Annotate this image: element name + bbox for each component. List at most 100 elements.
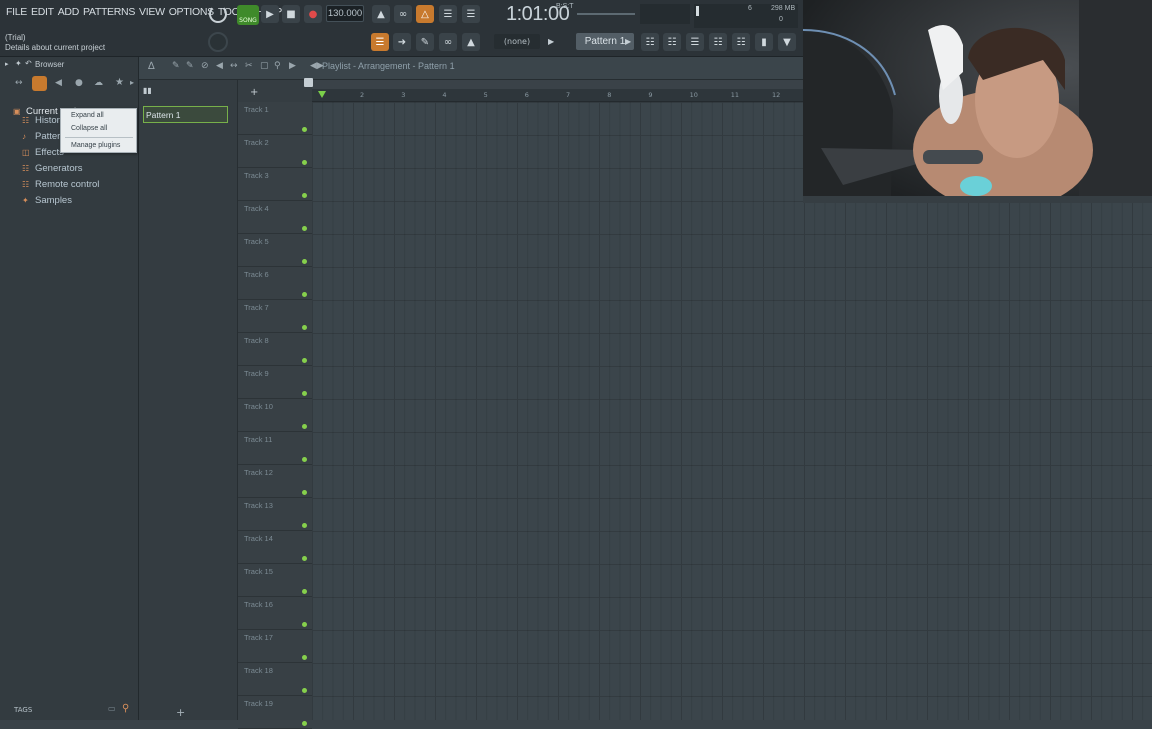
link-icon[interactable]: ∞: [439, 33, 457, 51]
song-mode-button[interactable]: SONG: [237, 5, 259, 25]
mute-tool-icon[interactable]: ◀: [216, 61, 223, 71]
slip-tool-icon[interactable]: ↔: [230, 61, 238, 71]
step-edit-icon[interactable]: ☰: [439, 5, 457, 23]
track-mute-icon[interactable]: [302, 556, 307, 561]
mixer-icon[interactable]: ☷: [709, 33, 727, 51]
track-header[interactable]: Track 8: [238, 333, 312, 366]
track-mute-icon[interactable]: [302, 523, 307, 528]
menu-item-manage-plugins[interactable]: Manage plugins: [71, 142, 120, 149]
menu-patterns[interactable]: PATTERNS: [81, 6, 137, 18]
browser-icon[interactable]: ☷: [732, 33, 750, 51]
track-header[interactable]: Track 10: [238, 399, 312, 432]
track-mute-icon[interactable]: [302, 358, 307, 363]
metronome-icon[interactable]: ▲: [372, 5, 390, 23]
track-header[interactable]: Track 18: [238, 663, 312, 696]
track-header[interactable]: Track 14: [238, 531, 312, 564]
draw-tool-icon[interactable]: ✎: [172, 61, 180, 71]
select-tool-icon[interactable]: ▢: [260, 61, 269, 71]
track-header[interactable]: Track 1: [238, 102, 312, 135]
track-mute-icon[interactable]: [302, 589, 307, 594]
master-pitch-icon[interactable]: [209, 5, 227, 23]
track-header[interactable]: Track 2: [238, 135, 312, 168]
track-mute-icon[interactable]: [302, 688, 307, 693]
next-icon[interactable]: ➜: [393, 33, 411, 51]
browser-pin-icon[interactable]: ✦: [15, 59, 22, 68]
playhead-marker[interactable]: [318, 91, 326, 98]
track-header[interactable]: Track 19: [238, 696, 312, 729]
menu-add[interactable]: ADD: [56, 6, 81, 18]
track-mute-icon[interactable]: [302, 292, 307, 297]
menu-item-expand-all[interactable]: Expand all: [71, 112, 104, 119]
master-volume-slider[interactable]: [577, 13, 635, 15]
browser-star-icon[interactable]: ★: [115, 77, 124, 88]
snap-select[interactable]: (none): [494, 34, 540, 49]
track-header[interactable]: Track 17: [238, 630, 312, 663]
piano-roll-icon[interactable]: ☷: [663, 33, 681, 51]
browser-plugin-icon[interactable]: ●: [75, 78, 83, 88]
blend-notes-icon[interactable]: ☰: [462, 5, 480, 23]
track-header[interactable]: Track 5: [238, 234, 312, 267]
track-header[interactable]: Track 16: [238, 597, 312, 630]
tree-samples[interactable]: ✦ Samples: [22, 193, 72, 207]
track-mute-icon[interactable]: [302, 226, 307, 231]
play-icon[interactable]: ▶: [261, 5, 279, 23]
track-mute-icon[interactable]: [302, 325, 307, 330]
timeline-ruler[interactable]: 2 3 4 5 6 7 8 9 10 11 12: [312, 89, 803, 102]
track-header[interactable]: Track 6: [238, 267, 312, 300]
track-header[interactable]: Track 7: [238, 300, 312, 333]
track-header[interactable]: Track 13: [238, 498, 312, 531]
paint-tool-icon[interactable]: ✎: [186, 61, 194, 71]
browser-arrow-icon[interactable]: ▸: [5, 60, 9, 68]
browser-speaker-icon[interactable]: ◀: [55, 78, 62, 88]
tempo-display[interactable]: 130.000: [326, 5, 364, 22]
track-header[interactable]: Track 12: [238, 465, 312, 498]
playback-tool-icon[interactable]: ▶: [289, 61, 296, 71]
tree-effects[interactable]: ◫ Effects: [22, 145, 64, 159]
browser-more-icon[interactable]: ▸: [130, 78, 134, 87]
track-header[interactable]: Track 4: [238, 201, 312, 234]
browser-cloud-icon[interactable]: ☁: [94, 78, 103, 88]
stamp-icon[interactable]: ▲: [462, 33, 480, 51]
track-mute-icon[interactable]: [302, 622, 307, 627]
playlist-icon[interactable]: ☰: [371, 33, 389, 51]
countdown-icon[interactable]: △: [416, 5, 434, 23]
menu-edit[interactable]: EDIT: [29, 6, 56, 18]
track-mute-icon[interactable]: [302, 160, 307, 165]
menu-file[interactable]: FILE: [4, 6, 29, 18]
track-mute-icon[interactable]: [302, 259, 307, 264]
add-pattern-icon[interactable]: +: [176, 706, 185, 719]
plugin-icon[interactable]: ▼: [778, 33, 796, 51]
delete-tool-icon[interactable]: ⊘: [201, 61, 209, 71]
plugin-database-icon[interactable]: ▮: [755, 33, 773, 51]
tree-generators[interactable]: ☷ Generators: [22, 161, 83, 175]
track-header[interactable]: Track 11: [238, 432, 312, 465]
browser-undo-icon[interactable]: ↶: [25, 59, 32, 68]
track-mute-icon[interactable]: [302, 457, 307, 462]
menu-item-collapse-all[interactable]: Collapse all: [71, 125, 107, 132]
record-icon[interactable]: ●: [304, 5, 322, 23]
slice-tool-icon[interactable]: ✂: [245, 61, 253, 71]
stop-icon[interactable]: ■: [282, 5, 300, 23]
track-mute-icon[interactable]: [302, 655, 307, 660]
hint-knob-icon[interactable]: [208, 32, 228, 52]
track-mute-icon[interactable]: [302, 193, 307, 198]
pattern-item[interactable]: Pattern 1: [143, 106, 228, 123]
add-track-icon[interactable]: +: [250, 87, 258, 98]
tags-search-icon[interactable]: ⚲: [122, 703, 129, 714]
channel-rack-icon[interactable]: ☰: [686, 33, 704, 51]
track-mute-icon[interactable]: [302, 721, 307, 726]
track-mute-icon[interactable]: [302, 391, 307, 396]
wait-input-icon[interactable]: ∞: [394, 5, 412, 23]
paint-icon[interactable]: ✎: [416, 33, 434, 51]
track-mute-icon[interactable]: [302, 490, 307, 495]
playlist-window-icon[interactable]: ☷: [641, 33, 659, 51]
mode-icon[interactable]: [304, 78, 313, 87]
browser-nav-icon[interactable]: ↔: [15, 78, 23, 88]
browser-project-icon[interactable]: [32, 76, 47, 91]
track-header[interactable]: Track 9: [238, 366, 312, 399]
scrollbar-area[interactable]: [803, 196, 1152, 203]
piano-icon[interactable]: ▮▮: [143, 86, 153, 96]
tree-remote-control[interactable]: ☷ Remote control: [22, 177, 99, 191]
zoom-tool-icon[interactable]: ⚲: [274, 61, 281, 71]
tree-history[interactable]: ☷ History: [22, 113, 65, 127]
